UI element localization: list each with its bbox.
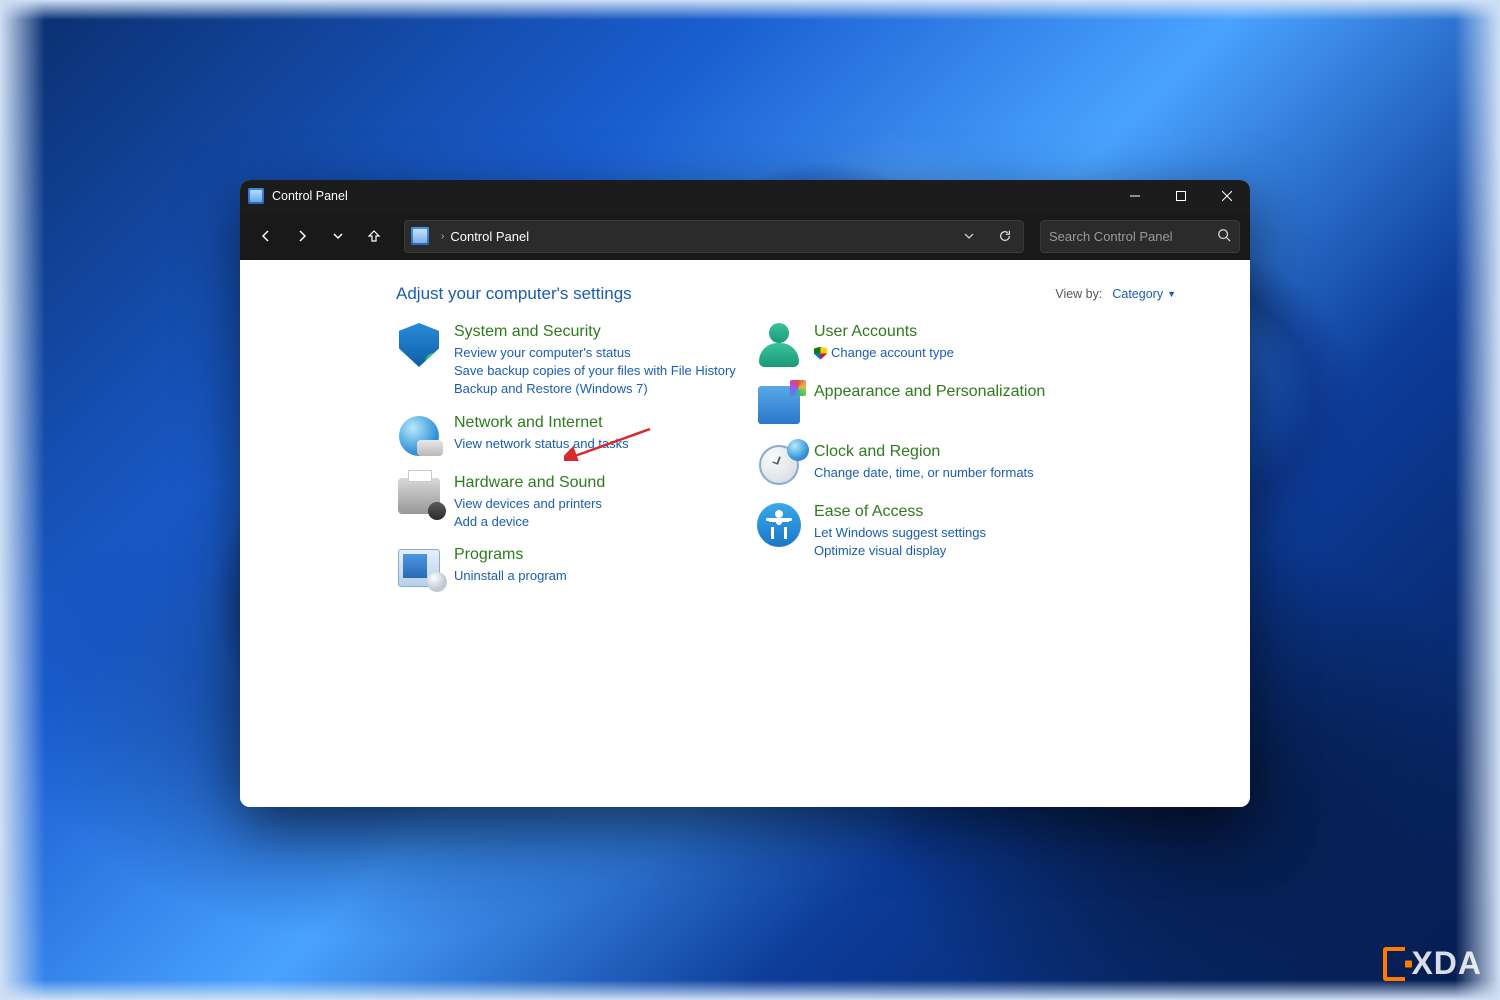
link-network-status[interactable]: View network status and tasks: [454, 435, 629, 453]
category-hardware-sound: Hardware and Sound View devices and prin…: [396, 473, 746, 531]
refresh-button[interactable]: [987, 221, 1023, 252]
programs-icon: [396, 545, 442, 591]
appearance-icon: [756, 382, 802, 428]
uac-shield-icon: [814, 347, 827, 360]
search-placeholder: Search Control Panel: [1049, 229, 1217, 244]
window-title: Control Panel: [272, 189, 348, 203]
category-ease-of-access: Ease of Access Let Windows suggest setti…: [756, 502, 1106, 560]
navigation-bar: › Control Panel Search Control Panel: [240, 212, 1250, 260]
category-programs: Programs Uninstall a program: [396, 545, 746, 591]
titlebar: Control Panel: [240, 180, 1250, 212]
category-title[interactable]: Programs: [454, 545, 567, 565]
link-backup-restore[interactable]: Backup and Restore (Windows 7): [454, 380, 736, 398]
category-network-internet: Network and Internet View network status…: [396, 413, 746, 459]
category-title[interactable]: Network and Internet: [454, 413, 629, 433]
maximize-button[interactable]: [1158, 180, 1204, 212]
breadcrumb-control-panel[interactable]: Control Panel: [450, 229, 529, 244]
search-icon: [1217, 228, 1231, 245]
recent-locations-button[interactable]: [322, 220, 354, 252]
address-bar-icon: [411, 227, 429, 245]
link-add-device[interactable]: Add a device: [454, 513, 605, 531]
content-area: Adjust your computer's settings View by:…: [240, 260, 1250, 807]
page-heading: Adjust your computer's settings: [396, 284, 1055, 304]
address-dropdown-button[interactable]: [951, 221, 987, 252]
link-optimize-display[interactable]: Optimize visual display: [814, 542, 986, 560]
forward-button[interactable]: [286, 220, 318, 252]
clock-icon: [756, 442, 802, 488]
xda-logo-icon: [1383, 947, 1405, 981]
category-title[interactable]: Ease of Access: [814, 502, 986, 522]
address-bar[interactable]: › Control Panel: [404, 220, 1024, 253]
ease-of-access-icon: [756, 502, 802, 548]
shield-icon: [396, 322, 442, 368]
printer-icon: [396, 473, 442, 519]
link-change-date-time[interactable]: Change date, time, or number formats: [814, 464, 1034, 482]
category-title[interactable]: System and Security: [454, 322, 736, 342]
link-suggest-settings[interactable]: Let Windows suggest settings: [814, 524, 986, 542]
link-uninstall-program[interactable]: Uninstall a program: [454, 567, 567, 585]
link-change-account-type[interactable]: Change account type: [814, 344, 954, 362]
globe-icon: [396, 413, 442, 459]
link-devices-printers[interactable]: View devices and printers: [454, 495, 605, 513]
chevron-down-icon: ▼: [1167, 289, 1176, 299]
category-title[interactable]: User Accounts: [814, 322, 954, 342]
view-by-label: View by:: [1055, 287, 1102, 301]
category-title[interactable]: Clock and Region: [814, 442, 1034, 462]
link-review-status[interactable]: Review your computer's status: [454, 344, 736, 362]
category-grid: System and Security Review your computer…: [396, 322, 1220, 591]
category-system-security: System and Security Review your computer…: [396, 322, 746, 399]
category-title[interactable]: Hardware and Sound: [454, 473, 605, 493]
watermark-text: XDA: [1411, 945, 1482, 982]
up-button[interactable]: [358, 220, 390, 252]
xda-watermark: XDA: [1383, 945, 1482, 982]
back-button[interactable]: [250, 220, 282, 252]
control-panel-window: Control Panel › Control Panel: [240, 180, 1250, 807]
view-by-control: View by: Category ▼: [1055, 287, 1176, 301]
close-button[interactable]: [1204, 180, 1250, 212]
category-title[interactable]: Appearance and Personalization: [814, 382, 1045, 402]
link-file-history[interactable]: Save backup copies of your files with Fi…: [454, 362, 736, 380]
category-appearance-personalization: Appearance and Personalization: [756, 382, 1106, 428]
chevron-right-icon: ›: [441, 231, 444, 242]
control-panel-icon: [248, 188, 264, 204]
minimize-button[interactable]: [1112, 180, 1158, 212]
user-icon: [756, 322, 802, 368]
search-input[interactable]: Search Control Panel: [1040, 220, 1240, 253]
category-clock-region: Clock and Region Change date, time, or n…: [756, 442, 1106, 488]
category-user-accounts: User Accounts Change account type: [756, 322, 1106, 368]
view-by-dropdown[interactable]: Category ▼: [1112, 287, 1176, 301]
